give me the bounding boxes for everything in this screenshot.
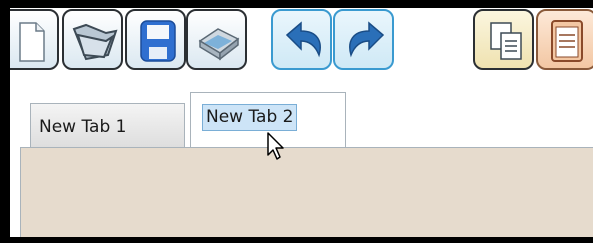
redo-button[interactable] <box>333 9 394 70</box>
undo-arrow-icon <box>285 21 321 58</box>
open-folder-button[interactable] <box>62 9 123 70</box>
undo-button[interactable] <box>271 9 332 70</box>
new-document-icon <box>19 22 45 62</box>
copy-button[interactable] <box>473 9 534 70</box>
tab-new-tab-1[interactable]: New Tab 1 <box>30 103 185 147</box>
tab-content-panel <box>20 148 593 237</box>
print-button[interactable] <box>186 9 247 70</box>
tab-strip: New Tab 1 New Tab 2 <box>10 80 593 149</box>
save-button[interactable] <box>125 9 186 70</box>
new-document-button[interactable] <box>10 9 59 70</box>
toolbar <box>10 8 593 80</box>
open-folder-icon <box>72 23 118 61</box>
copy-icon <box>490 22 522 60</box>
paste-button[interactable] <box>536 9 593 70</box>
app-window: New Tab 1 New Tab 2 <box>10 8 593 237</box>
paste-clipboard-icon <box>551 20 583 62</box>
tab-label-edit-field[interactable]: New Tab 2 <box>202 104 298 131</box>
mouse-pointer-icon <box>267 132 284 160</box>
printer-icon <box>198 28 240 61</box>
save-disk-icon <box>140 20 176 62</box>
redo-arrow-icon <box>349 21 385 58</box>
tab-label: New Tab 1 <box>39 117 127 137</box>
